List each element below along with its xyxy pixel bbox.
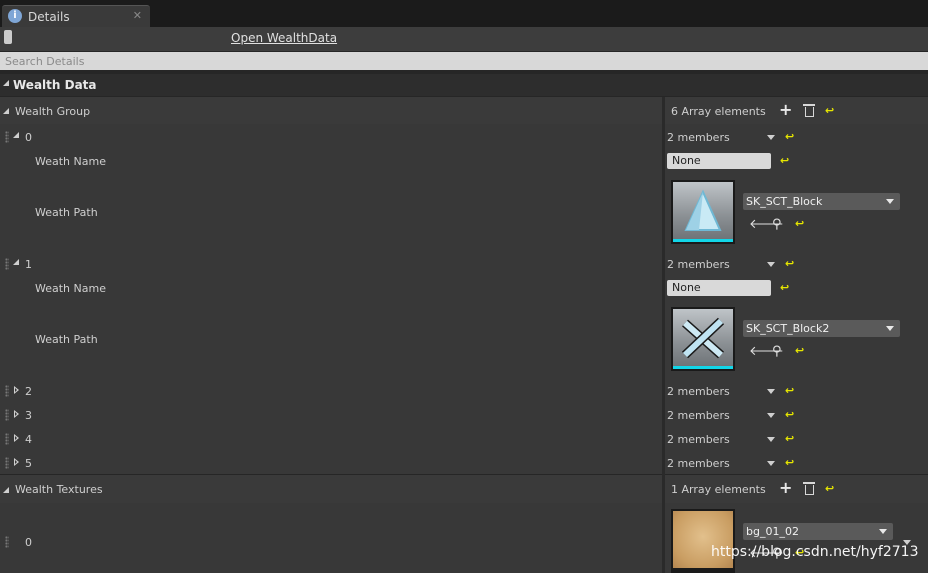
element-index: 1	[25, 258, 32, 271]
weath-path-label: Weath Path	[35, 333, 98, 346]
details-header	[0, 27, 928, 51]
element-summary: 2 members	[667, 409, 730, 422]
chevron-down-icon	[886, 326, 894, 331]
wealth-textures-row: Wealth Textures	[0, 475, 662, 503]
asset-thumbnail[interactable]	[671, 307, 735, 371]
asset-picker-value: SK_SCT_Block2	[746, 322, 830, 335]
reset-to-default-icon[interactable]: ↩	[780, 155, 789, 166]
wealth-group-value: 6 Array elements + ↩	[665, 97, 928, 124]
drag-handle[interactable]	[5, 457, 9, 469]
expand-arrow-icon[interactable]	[14, 458, 19, 466]
reset-to-default-icon[interactable]: ↩	[795, 345, 804, 356]
expand-arrow-icon[interactable]	[14, 386, 19, 394]
expand-arrow-icon[interactable]	[14, 410, 19, 418]
category-label: Wealth Data	[13, 78, 97, 92]
chevron-down-icon[interactable]	[767, 461, 775, 466]
drag-handle[interactable]	[5, 385, 9, 397]
reset-to-default-icon[interactable]: ↩	[785, 457, 794, 468]
drag-handle[interactable]	[5, 258, 9, 270]
chevron-down-icon	[879, 529, 887, 534]
element-index: 5	[25, 457, 32, 470]
collapse-arrow-icon[interactable]	[13, 132, 19, 138]
element-index: 3	[25, 409, 32, 422]
trash-icon[interactable]	[803, 482, 815, 495]
reset-to-default-icon[interactable]: ↩	[785, 258, 794, 269]
weath-name-field[interactable]: None	[667, 280, 771, 296]
element-summary: 2 members	[667, 433, 730, 446]
drag-handle[interactable]	[5, 536, 9, 548]
reset-to-default-icon[interactable]: ↩	[785, 433, 794, 444]
weath-name-field[interactable]: None	[667, 153, 771, 169]
chevron-down-icon[interactable]	[767, 437, 775, 442]
chevron-down-icon[interactable]	[767, 413, 775, 418]
category-wealth-data[interactable]: Wealth Data	[0, 74, 928, 96]
chevron-down-icon[interactable]	[767, 389, 775, 394]
array-count: 6 Array elements	[671, 105, 766, 118]
add-element-icon[interactable]: +	[779, 102, 792, 118]
collapsed-elements-block	[0, 374, 662, 474]
weath-path-label: Weath Path	[35, 206, 98, 219]
wealth-textures-label: Wealth Textures	[15, 483, 103, 496]
open-asset-link[interactable]: Open WealthData	[231, 31, 337, 45]
wealth-textures-value: 1 Array elements + ↩	[665, 475, 928, 503]
close-icon[interactable]: ✕	[133, 9, 142, 22]
search-input[interactable]	[0, 52, 928, 70]
texture-element-0	[0, 503, 662, 573]
asset-picker-combo[interactable]: SK_SCT_Block	[743, 193, 900, 210]
expand-arrow-icon[interactable]	[14, 434, 19, 442]
texture-picker-combo[interactable]: bg_01_02	[743, 523, 893, 540]
add-element-icon[interactable]: +	[779, 480, 792, 496]
element-summary: 2 members	[667, 457, 730, 470]
collapse-arrow-icon[interactable]	[3, 108, 9, 114]
lock-icon[interactable]	[4, 30, 12, 44]
array-count: 1 Array elements	[671, 483, 766, 496]
info-icon: i	[8, 9, 22, 23]
wealth-group-label: Wealth Group	[15, 105, 91, 118]
asset-thumbnail[interactable]	[671, 180, 735, 244]
reset-to-default-icon[interactable]: ↩	[780, 282, 789, 293]
wealth-group-row: Wealth Group	[0, 97, 662, 124]
reset-to-default-icon[interactable]: ↩	[825, 105, 834, 116]
chevron-down-icon[interactable]	[767, 135, 775, 140]
texture-picker-value: bg_01_02	[746, 525, 799, 538]
asset-picker-combo[interactable]: SK_SCT_Block2	[743, 320, 900, 337]
element-index: 2	[25, 385, 32, 398]
magnifier-icon[interactable]: ⚲	[772, 345, 782, 358]
element-summary: 2 members	[667, 258, 730, 271]
chevron-down-icon	[886, 199, 894, 204]
collapse-arrow-icon[interactable]	[3, 80, 9, 86]
reset-to-default-icon[interactable]: ↩	[825, 483, 834, 494]
element-index: 4	[25, 433, 32, 446]
element-summary: 2 members	[667, 385, 730, 398]
weath-name-label: Weath Name	[35, 282, 106, 295]
watermark: https://blog.csdn.net/hyf2713	[711, 544, 919, 560]
drag-handle[interactable]	[5, 433, 9, 445]
drag-handle[interactable]	[5, 409, 9, 421]
texture-thumbnail[interactable]	[671, 509, 735, 573]
chevron-down-icon[interactable]	[767, 262, 775, 267]
reset-to-default-icon[interactable]: ↩	[785, 409, 794, 420]
tab-title: Details	[28, 10, 70, 24]
magnifier-icon[interactable]: ⚲	[772, 218, 782, 231]
drag-handle[interactable]	[5, 131, 9, 143]
reset-to-default-icon[interactable]: ↩	[785, 385, 794, 396]
collapse-arrow-icon[interactable]	[3, 487, 9, 493]
element-index: 0	[25, 131, 32, 144]
reset-to-default-icon[interactable]: ↩	[795, 218, 804, 229]
element-summary: 2 members	[667, 131, 730, 144]
collapse-arrow-icon[interactable]	[13, 259, 19, 265]
asset-picker-value: SK_SCT_Block	[746, 195, 823, 208]
element-index: 0	[25, 536, 32, 549]
tab-details[interactable]: i Details ✕	[2, 5, 150, 28]
trash-icon[interactable]	[803, 104, 815, 117]
weath-name-label: Weath Name	[35, 155, 106, 168]
reset-to-default-icon[interactable]: ↩	[785, 131, 794, 142]
